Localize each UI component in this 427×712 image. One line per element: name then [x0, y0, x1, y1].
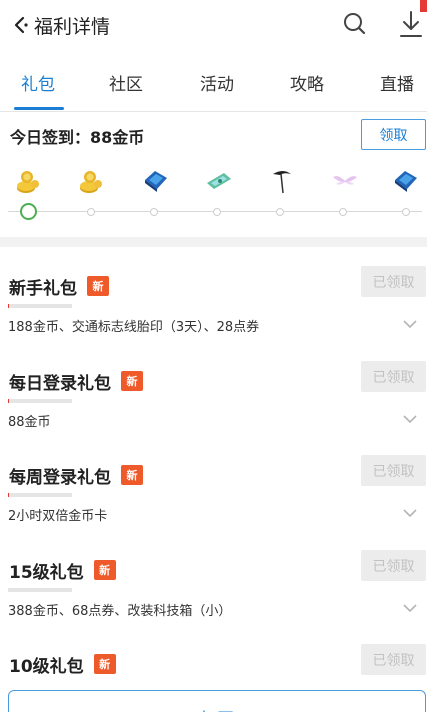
- gift-description: 88金币: [8, 415, 51, 430]
- gift-name: 15级礼包: [9, 562, 84, 583]
- gift-name: 10级礼包: [9, 656, 84, 677]
- gift-description: 2小时双倍金币卡: [8, 509, 108, 524]
- checkin-day-current: [20, 203, 37, 220]
- blue-book-icon: [145, 171, 167, 192]
- gold-coins-icon: [80, 171, 102, 193]
- claim-button[interactable]: 领取: [361, 119, 426, 150]
- claimed-button[interactable]: 已领取: [361, 266, 426, 297]
- search-icon[interactable]: [342, 11, 368, 37]
- gift-name: 新手礼包: [9, 278, 77, 299]
- blue-book-icon: [395, 171, 417, 192]
- gift-progress-fill: [8, 493, 10, 497]
- gift-title-row: 每日登录礼包 新: [9, 369, 143, 394]
- ticket-icon: [207, 173, 231, 189]
- back-button[interactable]: 福利详情: [10, 10, 110, 40]
- gift-item-daily-login[interactable]: 每日登录礼包 新 已领取 88金币: [0, 361, 427, 463]
- checkin-day-dot: [87, 208, 95, 216]
- gift-item-level-15[interactable]: 15级礼包 新 已领取 388金币、68点券、改装科技箱（小）: [0, 550, 427, 652]
- tab-community[interactable]: 社区: [109, 70, 143, 95]
- gift-title-row: 每周登录礼包 新: [9, 463, 143, 488]
- gift-item-weekly-login[interactable]: 每周登录礼包 新 已领取 2小时双倍金币卡: [0, 455, 427, 557]
- checkin-day-dot: [213, 208, 221, 216]
- new-badge: 新: [93, 560, 116, 580]
- chevron-down-icon[interactable]: [402, 603, 418, 613]
- checkin-day-dot: [402, 208, 410, 216]
- claimed-button[interactable]: 已领取: [361, 455, 426, 486]
- section-divider: [0, 237, 427, 247]
- gift-title-row: 10级礼包 新: [9, 652, 116, 677]
- chevron-down-icon[interactable]: [402, 508, 418, 518]
- scythe-icon: [273, 171, 291, 194]
- claimed-button[interactable]: 已领取: [361, 550, 426, 581]
- tab-guide[interactable]: 攻略: [290, 70, 324, 95]
- gift-description: 188金币、交通标志线胎印（3天）、28点券: [8, 320, 260, 335]
- bottom-bar: 打开: [0, 676, 427, 712]
- wings-icon: [333, 176, 357, 185]
- checkin-day-dot: [150, 208, 158, 216]
- gift-item-newbie[interactable]: 新手礼包 新 已领取 188金币、交通标志线胎印（3天）、28点券: [0, 266, 427, 368]
- tab-activity[interactable]: 活动: [200, 70, 234, 95]
- tab-bar: 礼包 社区 活动 攻略 直播: [0, 62, 427, 112]
- gift-progress-bar: [8, 399, 72, 403]
- new-badge: 新: [121, 371, 143, 391]
- tab-live[interactable]: 直播: [380, 70, 414, 95]
- download-icon[interactable]: [398, 9, 424, 39]
- checkin-day-dot: [339, 208, 347, 216]
- page-title: 福利详情: [34, 15, 111, 38]
- gift-name: 每日登录礼包: [9, 373, 111, 394]
- gift-title-row: 15级礼包 新: [9, 558, 116, 583]
- gift-title-row: 新手礼包 新: [9, 274, 109, 299]
- chevron-down-icon[interactable]: [402, 319, 418, 329]
- gift-progress-bar: [8, 304, 72, 308]
- claimed-button[interactable]: 已领取: [361, 644, 426, 675]
- new-badge: 新: [87, 276, 109, 296]
- new-badge: 新: [121, 465, 143, 485]
- gift-description: 388金币、68点券、改装科技箱（小）: [8, 604, 232, 619]
- notification-dot: [420, 0, 427, 12]
- checkin-title: 今日签到：88金币: [10, 128, 145, 147]
- gift-progress-bar: [8, 588, 72, 592]
- gift-name: 每周登录礼包: [9, 467, 111, 488]
- open-button[interactable]: 打开: [8, 690, 426, 712]
- header-bar: 福利详情: [0, 0, 427, 52]
- active-tab-indicator: [14, 107, 64, 110]
- gift-progress-fill: [8, 399, 10, 403]
- tab-gift[interactable]: 礼包: [21, 70, 55, 95]
- chevron-left-icon: [14, 16, 28, 34]
- gift-progress-bar: [8, 493, 72, 497]
- new-badge: 新: [93, 654, 116, 674]
- gold-coins-icon: [17, 171, 39, 193]
- gift-progress-fill: [8, 304, 10, 308]
- checkin-day-dot: [276, 208, 284, 216]
- chevron-down-icon[interactable]: [402, 414, 418, 424]
- claimed-button[interactable]: 已领取: [361, 361, 426, 392]
